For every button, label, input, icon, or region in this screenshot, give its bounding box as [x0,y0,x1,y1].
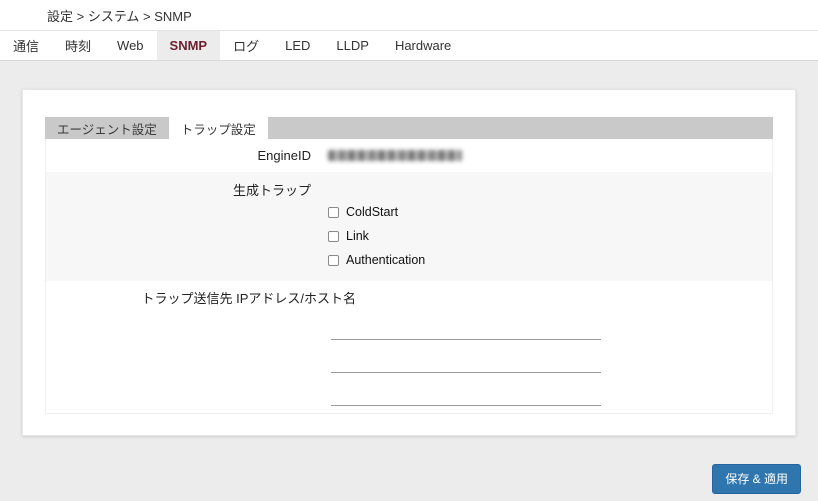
top-tab[interactable]: 通信 [0,31,52,60]
breadcrumb: 設定 > システム > SNMP [0,0,818,31]
top-tab-label: SNMP [169,38,208,53]
snmp-trap-panel: エージェント設定 トラップ設定 EngineID 生成トラップ ColdStar… [45,117,773,414]
generated-traps-row: 生成トラップ ColdStart Link Authentication [46,172,772,281]
save-apply-button[interactable]: 保存 & 適用 [712,464,801,494]
trap-checkbox[interactable] [328,254,339,266]
form-rows: EngineID 生成トラップ ColdStart Link Authentic… [45,139,773,414]
trap-option[interactable]: Link [328,224,772,248]
trap-destination-input[interactable] [331,355,601,373]
top-tab[interactable]: SNMP [156,31,221,60]
settings-card: エージェント設定 トラップ設定 EngineID 生成トラップ ColdStar… [22,89,796,436]
top-tab-label: 通信 [13,39,40,54]
breadcrumb-text: 設定 > システム > SNMP [47,8,192,24]
trap-checkbox[interactable] [328,206,339,218]
top-tab-label: LED [285,38,311,53]
trap-checkbox-list: ColdStart Link Authentication [328,179,772,272]
engineid-row: EngineID [46,139,772,172]
trap-destination-input-row [46,314,772,347]
top-tab-label: Hardware [394,38,452,53]
engineid-value-redacted [328,150,462,161]
top-tab[interactable]: 時刻 [52,31,104,60]
sub-tab[interactable]: エージェント設定 [45,117,169,139]
sub-tab-label: トラップ設定 [180,122,256,137]
trap-destination-input[interactable] [331,388,601,406]
top-tab[interactable]: ログ [220,31,272,60]
top-tab[interactable]: Web [104,31,157,60]
trap-option[interactable]: ColdStart [328,200,772,224]
engineid-label: EngineID [257,148,311,163]
trap-destination-label: トラップ送信先 IPアドレス/ホスト名 [141,291,356,306]
main-area: エージェント設定 トラップ設定 EngineID 生成トラップ ColdStar… [0,61,818,436]
trap-checkbox-label: Link [346,229,369,243]
trap-destination-header-row: トラップ送信先 IPアドレス/ホスト名 [46,281,772,314]
top-tab-label: Web [117,38,144,53]
top-tab-label: ログ [233,39,260,54]
trap-option[interactable]: Authentication [328,248,772,272]
sub-tabbar: エージェント設定 トラップ設定 [45,117,773,139]
sub-tab[interactable]: トラップ設定 [168,117,268,139]
sub-tab-label: エージェント設定 [57,122,157,137]
top-tab[interactable]: LED [272,31,323,60]
top-tab[interactable]: Hardware [382,31,464,60]
generated-traps-label: 生成トラップ [232,183,311,198]
trap-checkbox-label: ColdStart [346,205,399,219]
trap-destination-input-row [46,347,772,380]
top-tab[interactable]: LLDP [323,31,382,60]
trap-destination-input-row [46,380,772,413]
top-tabbar: 通信 時刻 Web SNMP ログ LED LLDP Hardware [0,31,818,61]
trap-checkbox[interactable] [328,230,339,242]
trap-destination-input[interactable] [331,322,601,340]
trap-checkbox-label: Authentication [346,253,426,267]
page-header: 設定 > システム > SNMP 通信 時刻 Web SNMP ログ LED L… [0,0,818,61]
top-tab-label: LLDP [336,38,369,53]
top-tab-label: 時刻 [65,39,92,54]
